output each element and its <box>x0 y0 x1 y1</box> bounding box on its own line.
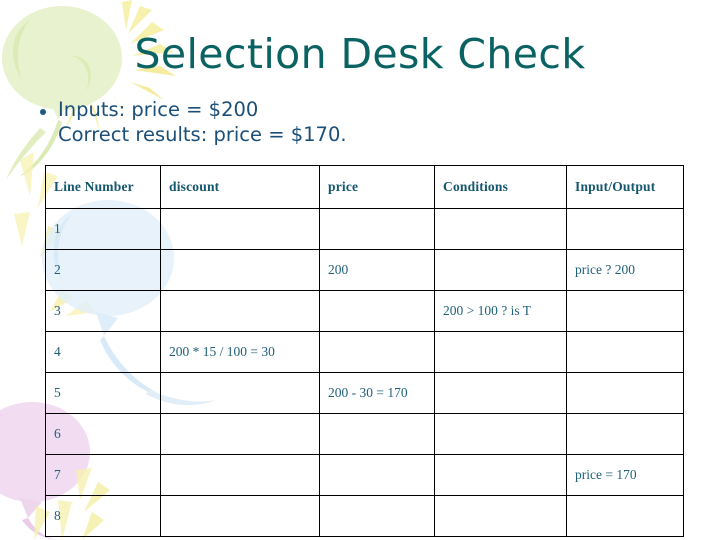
cell-conditions <box>434 413 567 455</box>
cell-line-number: 2 <box>45 249 161 291</box>
cell-price <box>319 208 435 250</box>
cell-price <box>319 413 435 455</box>
table-row: 5 200 - 30 = 170 <box>45 372 684 414</box>
cell-discount <box>160 495 320 537</box>
desk-check-table: Line Number discount price Conditions In… <box>45 165 684 537</box>
cell-price <box>319 495 435 537</box>
cell-line-number: 4 <box>45 331 161 373</box>
cell-price: 200 - 30 = 170 <box>319 372 435 414</box>
cell-price <box>319 331 435 373</box>
table-row: 1 <box>45 208 684 250</box>
bullet-dot-icon <box>40 109 46 115</box>
header-conditions: Conditions <box>434 165 567 209</box>
cell-input-output <box>566 290 684 332</box>
bullet-block: Inputs: price = $200 Correct results: pr… <box>40 97 680 147</box>
cell-conditions: 200 > 100 ? is T <box>434 290 567 332</box>
cell-discount: 200 * 15 / 100 = 30 <box>160 331 320 373</box>
table-header-row: Line Number discount price Conditions In… <box>45 165 684 209</box>
table-row: 6 <box>45 413 684 455</box>
cell-line-number: 6 <box>45 413 161 455</box>
cell-conditions <box>434 249 567 291</box>
bullet-line-results: Correct results: price = $170. <box>58 123 347 146</box>
table-row: 4 200 * 15 / 100 = 30 <box>45 331 684 373</box>
table-body: 1 2 200 price ? 200 3 200 > 100 ? is T 4… <box>45 208 684 537</box>
bullet-text-group: Inputs: price = $200 Correct results: pr… <box>58 97 347 147</box>
cell-input-output <box>566 495 684 537</box>
cell-price: 200 <box>319 249 435 291</box>
cell-input-output <box>566 331 684 373</box>
cell-input-output: price = 170 <box>566 454 684 496</box>
table-row: 2 200 price ? 200 <box>45 249 684 291</box>
cell-discount <box>160 372 320 414</box>
cell-discount <box>160 249 320 291</box>
cell-line-number: 3 <box>45 290 161 332</box>
cell-discount <box>160 413 320 455</box>
slide-title: Selection Desk Check <box>134 30 586 78</box>
table-row: 7 price = 170 <box>45 454 684 496</box>
cell-discount <box>160 290 320 332</box>
slide-canvas: Selection Desk Check Inputs: price = $20… <box>0 0 720 540</box>
cell-input-output <box>566 413 684 455</box>
cell-price <box>319 454 435 496</box>
cell-line-number: 8 <box>45 495 161 537</box>
cell-line-number: 5 <box>45 372 161 414</box>
cell-conditions <box>434 331 567 373</box>
cell-conditions <box>434 372 567 414</box>
cell-conditions <box>434 208 567 250</box>
cell-line-number: 7 <box>45 454 161 496</box>
cell-input-output <box>566 372 684 414</box>
cell-discount <box>160 208 320 250</box>
cell-price <box>319 290 435 332</box>
table-row: 3 200 > 100 ? is T <box>45 290 684 332</box>
cell-conditions <box>434 495 567 537</box>
header-line-number: Line Number <box>45 165 161 209</box>
cell-input-output: price ? 200 <box>566 249 684 291</box>
cell-conditions <box>434 454 567 496</box>
header-discount: discount <box>160 165 320 209</box>
header-input-output: Input/Output <box>566 165 684 209</box>
cell-discount <box>160 454 320 496</box>
table-row: 8 <box>45 495 684 537</box>
bullet-line-inputs: Inputs: price = $200 <box>58 98 259 121</box>
cell-input-output <box>566 208 684 250</box>
header-price: price <box>319 165 435 209</box>
cell-line-number: 1 <box>45 208 161 250</box>
